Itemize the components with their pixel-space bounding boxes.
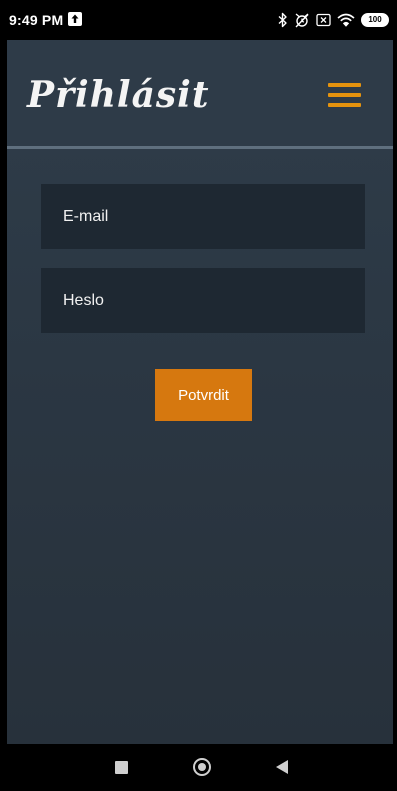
hamburger-menu-icon[interactable] bbox=[328, 83, 361, 107]
battery-icon: 100 bbox=[361, 13, 389, 27]
menu-bar bbox=[328, 103, 361, 107]
submit-button[interactable]: Potvrdit bbox=[155, 369, 252, 421]
recents-icon[interactable] bbox=[115, 761, 128, 774]
home-icon[interactable] bbox=[193, 758, 211, 776]
battery-level: 100 bbox=[368, 15, 382, 24]
back-icon[interactable] bbox=[276, 760, 288, 774]
password-field[interactable] bbox=[41, 268, 365, 333]
page-title: Přihlásit bbox=[27, 74, 210, 116]
header-divider bbox=[7, 146, 393, 149]
menu-bar bbox=[328, 93, 361, 97]
phone-screen: 9:49 PM 100 Přihlásit E-mail Potvrdit bbox=[0, 0, 397, 791]
status-bar: 9:49 PM 100 bbox=[0, 0, 397, 40]
status-icons: 100 bbox=[278, 10, 389, 30]
bluetooth-icon bbox=[278, 12, 287, 28]
app-header: Přihlásit bbox=[7, 40, 393, 146]
login-screen: Přihlásit Potvrdit bbox=[7, 40, 393, 744]
alarm-off-icon bbox=[295, 13, 309, 28]
email-field[interactable] bbox=[41, 184, 365, 249]
status-time: 9:49 PM bbox=[9, 12, 64, 28]
navigation-bar bbox=[0, 744, 397, 791]
upload-icon bbox=[68, 12, 82, 26]
menu-bar bbox=[328, 83, 361, 87]
wifi-icon bbox=[337, 13, 355, 27]
sim-icon bbox=[316, 13, 331, 27]
